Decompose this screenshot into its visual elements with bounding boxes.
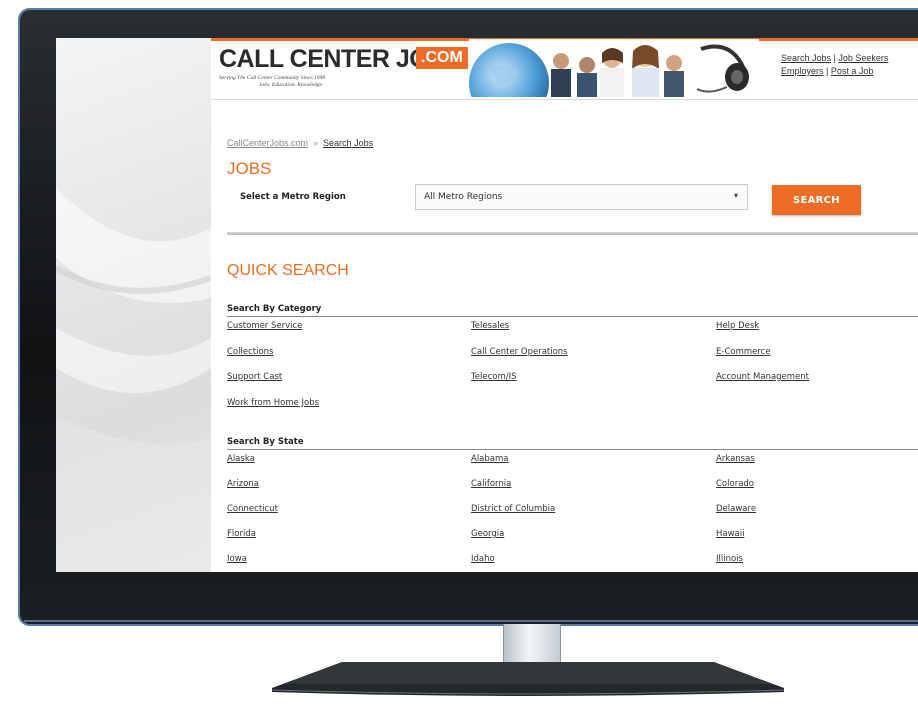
site-tagline: Serving The Call Center Community Since …	[219, 75, 419, 89]
state-link[interactable]: Idaho	[471, 554, 495, 564]
monitor-screen: CALL CENTER JOBS .COM Serving The Call C…	[56, 38, 918, 572]
metro-region-select[interactable]: All Metro Regions ▾	[415, 184, 748, 210]
breadcrumb-current-link[interactable]: Search Jobs	[323, 138, 373, 148]
breadcrumb: CallCenterJobs.com » Search Jobs	[227, 138, 373, 148]
state-link[interactable]: California	[471, 479, 511, 489]
category-link[interactable]: Telesales	[471, 321, 509, 331]
nav-separator: |	[833, 53, 836, 63]
nav-separator: |	[826, 66, 829, 76]
state-link[interactable]: Colorado	[716, 479, 754, 489]
state-link[interactable]: Illinois	[716, 554, 743, 564]
tagline-line-2: Jobs. Education. Knowledge.	[259, 82, 324, 88]
state-link[interactable]: Alaska	[227, 454, 255, 464]
state-link[interactable]: District of Columbia	[471, 504, 555, 514]
background-swoosh	[56, 38, 211, 572]
category-link[interactable]: Help Desk	[716, 321, 759, 331]
state-link[interactable]: Georgia	[471, 529, 504, 539]
state-link[interactable]: Iowa	[227, 554, 247, 564]
state-link[interactable]: Alabama	[471, 454, 508, 464]
state-link[interactable]: Arkansas	[716, 454, 755, 464]
state-link[interactable]: Hawaii	[716, 529, 744, 539]
chevron-down-icon: ▾	[733, 191, 738, 200]
category-section-label: Search By Category	[227, 304, 322, 314]
search-button[interactable]: SEARCH	[772, 185, 861, 215]
state-section-rule	[227, 449, 918, 450]
metro-region-label: Select a Metro Region	[240, 192, 346, 202]
category-link[interactable]: E-Commerce	[716, 347, 771, 357]
category-link[interactable]: Support Cast	[227, 372, 282, 382]
state-link[interactable]: Arizona	[227, 479, 259, 489]
monitor-stand-base	[272, 662, 784, 696]
search-jobs-link[interactable]: Search Jobs	[781, 53, 831, 63]
header-divider	[211, 99, 918, 100]
quick-search-heading: QUICK SEARCH	[227, 262, 349, 279]
state-link[interactable]: Delaware	[716, 504, 756, 514]
category-link[interactable]: Account Management	[716, 372, 809, 382]
breadcrumb-home-link[interactable]: CallCenterJobs.com	[227, 138, 308, 148]
category-link[interactable]: Work from Home Jobs	[227, 398, 319, 408]
site-logo-suffix[interactable]: .COM	[416, 47, 468, 69]
job-seekers-link[interactable]: Job Seekers	[838, 53, 888, 63]
tagline-line-1: Serving The Call Center Community Since …	[219, 75, 326, 81]
category-link[interactable]: Call Center Operations	[471, 347, 568, 357]
employers-link[interactable]: Employers	[781, 66, 824, 76]
top-nav-links: Search Jobs | Job Seekers Employers | Po…	[781, 52, 918, 78]
header-banner-image	[469, 39, 759, 97]
category-link[interactable]: Collections	[227, 347, 273, 357]
post-a-job-link[interactable]: Post a Job	[831, 66, 874, 76]
metro-region-value: All Metro Regions	[424, 192, 503, 202]
state-link[interactable]: Florida	[227, 529, 256, 539]
category-link[interactable]: Customer Service	[227, 321, 302, 331]
category-link[interactable]: Telecom/IS	[471, 372, 517, 382]
category-section-rule	[227, 316, 918, 317]
state-link[interactable]: Connecticut	[227, 504, 278, 514]
state-section-label: Search By State	[227, 437, 304, 447]
section-divider	[227, 232, 918, 235]
jobs-heading: JOBS	[227, 159, 272, 178]
web-page: CALL CENTER JOBS .COM Serving The Call C…	[211, 38, 918, 572]
breadcrumb-separator: »	[313, 138, 319, 148]
